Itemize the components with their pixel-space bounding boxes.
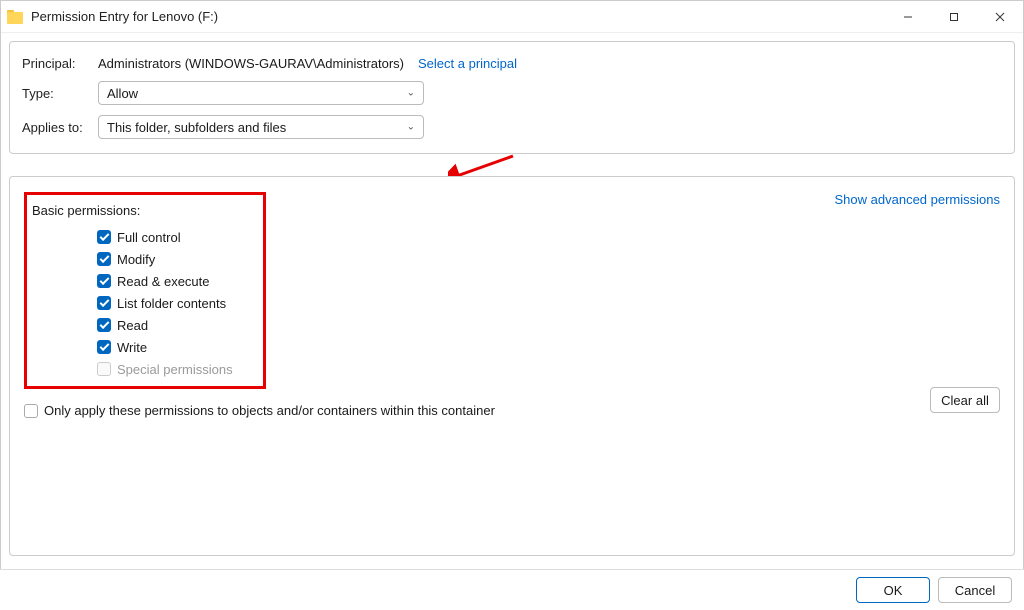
select-principal-link[interactable]: Select a principal bbox=[418, 56, 517, 71]
dialog-footer: OK Cancel bbox=[0, 569, 1024, 610]
chevron-down-icon: ⌄ bbox=[407, 122, 415, 133]
permission-checkbox[interactable] bbox=[97, 274, 111, 288]
show-advanced-link[interactable]: Show advanced permissions bbox=[835, 192, 1000, 389]
applies-to-row: Applies to: This folder, subfolders and … bbox=[22, 115, 1002, 139]
minimize-button[interactable] bbox=[885, 1, 931, 32]
permission-checkbox[interactable] bbox=[97, 252, 111, 266]
maximize-button[interactable] bbox=[931, 1, 977, 32]
only-apply-row[interactable]: Only apply these permissions to objects … bbox=[24, 403, 1000, 418]
permission-item[interactable]: List folder contents bbox=[97, 292, 233, 314]
permission-item[interactable]: Read & execute bbox=[97, 270, 233, 292]
permission-item: Special permissions bbox=[97, 358, 233, 380]
permission-label: Read bbox=[117, 318, 148, 333]
cancel-button[interactable]: Cancel bbox=[938, 577, 1012, 603]
permission-checkbox[interactable] bbox=[97, 340, 111, 354]
principal-value: Administrators (WINDOWS-GAURAV\Administr… bbox=[98, 56, 404, 71]
permission-checkbox bbox=[97, 362, 111, 376]
titlebar: Permission Entry for Lenovo (F:) bbox=[1, 1, 1023, 33]
permission-label: Read & execute bbox=[117, 274, 210, 289]
basic-permissions-highlight: Basic permissions: Full control Modify Rea… bbox=[24, 192, 266, 389]
applies-to-select[interactable]: This folder, subfolders and files ⌄ bbox=[98, 115, 424, 139]
permission-item[interactable]: Read bbox=[97, 314, 233, 336]
window-title: Permission Entry for Lenovo (F:) bbox=[31, 9, 218, 24]
permissions-panel: Basic permissions: Full control Modify Rea… bbox=[9, 176, 1015, 556]
permission-item[interactable]: Full control bbox=[97, 226, 233, 248]
only-apply-label: Only apply these permissions to objects … bbox=[44, 403, 495, 418]
clear-all-button[interactable]: Clear all bbox=[930, 387, 1000, 413]
permission-label: Full control bbox=[117, 230, 181, 245]
type-select[interactable]: Allow ⌄ bbox=[98, 81, 424, 105]
applies-to-value: This folder, subfolders and files bbox=[107, 120, 286, 135]
permission-checkbox[interactable] bbox=[97, 318, 111, 332]
applies-to-label: Applies to: bbox=[22, 120, 98, 135]
permission-label: Special permissions bbox=[117, 362, 233, 377]
basic-permissions-heading: Basic permissions: bbox=[32, 203, 233, 218]
permission-label: List folder contents bbox=[117, 296, 226, 311]
permission-label: Modify bbox=[117, 252, 155, 267]
type-row: Type: Allow ⌄ bbox=[22, 81, 1002, 105]
folder-icon bbox=[7, 10, 23, 24]
close-button[interactable] bbox=[977, 1, 1023, 32]
principal-row: Principal: Administrators (WINDOWS-GAURA… bbox=[22, 56, 1002, 71]
ok-button[interactable]: OK bbox=[856, 577, 930, 603]
window-controls bbox=[885, 1, 1023, 32]
permission-label: Write bbox=[117, 340, 147, 355]
permission-checkbox[interactable] bbox=[97, 296, 111, 310]
principal-panel: Principal: Administrators (WINDOWS-GAURA… bbox=[9, 41, 1015, 154]
permission-checkbox[interactable] bbox=[97, 230, 111, 244]
permission-item[interactable]: Write bbox=[97, 336, 233, 358]
principal-label: Principal: bbox=[22, 56, 98, 71]
type-label: Type: bbox=[22, 86, 98, 101]
type-value: Allow bbox=[107, 86, 138, 101]
only-apply-checkbox[interactable] bbox=[24, 404, 38, 418]
chevron-down-icon: ⌄ bbox=[407, 88, 415, 99]
permission-item[interactable]: Modify bbox=[97, 248, 233, 270]
